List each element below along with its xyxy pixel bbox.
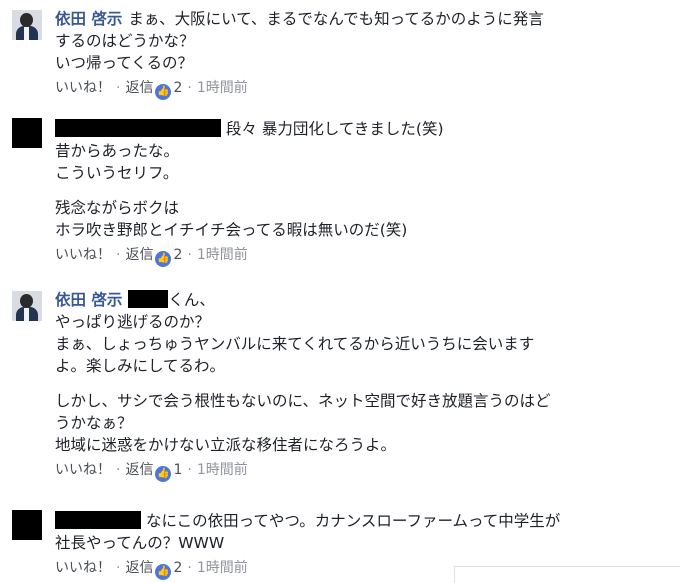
timestamp[interactable]: 1時間前 [197,80,248,96]
like-link[interactable]: いいね！ [55,560,111,576]
comment-text: まぁ、しょっちゅうヤンバルに来てくれてるから近いうちに会います [55,335,535,353]
comment-text: うかなぁ？ [55,414,133,432]
comment-text: まぁ、大阪にいて、まるでなんでも知ってるかのように発言 [128,10,544,28]
comment-actions: いいね！ · 返信 👍 2 · 1時間前 [55,245,655,267]
thumbs-up-icon[interactable]: 👍 [155,564,172,580]
like-count[interactable]: 2 [173,560,182,576]
comment-text: 地域に迷惑をかけない立派な移住者になろうよ。 [55,436,397,454]
timestamp[interactable]: 1時間前 [197,247,248,263]
reply-link[interactable]: 返信 [125,462,153,478]
timestamp[interactable]: 1時間前 [197,560,248,576]
comment-text: やっぱり逃げるのか？ [55,313,211,331]
avatar[interactable] [12,291,42,321]
like-link[interactable]: いいね！ [55,80,111,96]
like-count[interactable]: 2 [173,80,182,96]
thumbs-up-icon[interactable]: 👍 [155,251,172,267]
author-name[interactable]: 依田 啓示 [55,291,122,309]
comment-actions: いいね！ · 返信 👍 1 · 1時間前 [55,460,655,482]
comment-text: よ。楽しみにしてるわ。 [55,357,226,375]
redacted-name [55,511,141,529]
like-link[interactable]: いいね！ [55,462,111,478]
like-count[interactable]: 1 [173,462,182,478]
comment-text: 社長やってんの？WWW [55,534,225,552]
avatar[interactable] [12,10,42,40]
avatar[interactable] [12,510,42,540]
reply-link[interactable]: 返信 [125,560,153,576]
comment-text: いつ帰ってくるの？ [55,54,193,72]
timestamp[interactable]: 1時間前 [197,462,248,478]
chat-popup-edge[interactable] [454,566,680,583]
redacted-name [128,290,169,308]
comment-actions: いいね！ · 返信 👍 2 · 1時間前 [55,78,655,100]
avatar[interactable] [12,118,42,148]
comment-text: なにこの依田ってやつ。カナンスローファームって中学生が [145,512,561,530]
like-link[interactable]: いいね！ [55,247,111,263]
redacted-name [55,119,221,137]
author-name[interactable]: 依田 啓示 [55,10,122,28]
comment-text: くん、 [168,291,215,309]
comment-text: するのはどうかな？ [55,32,195,50]
reply-link[interactable]: 返信 [125,247,153,263]
comment-text: 残念ながらボクは [55,199,180,217]
comment-text: 昔からあったな。 [55,142,180,160]
thumbs-up-icon[interactable]: 👍 [155,466,172,482]
reply-link[interactable]: 返信 [125,80,153,96]
thumbs-up-icon[interactable]: 👍 [155,84,172,100]
comment-text: こういうセリフ。 [55,164,179,182]
comment-text: しかし、サシで会う根性もないのに、ネット空間で好き放題言うのはど [55,392,551,410]
like-count[interactable]: 2 [173,247,182,263]
comment-text: 段々 暴力団化してきました(笑) [225,120,444,138]
comment-text: ホラ吹き野郎とイチイチ会ってる暇は無いのだ(笑) [55,221,408,239]
